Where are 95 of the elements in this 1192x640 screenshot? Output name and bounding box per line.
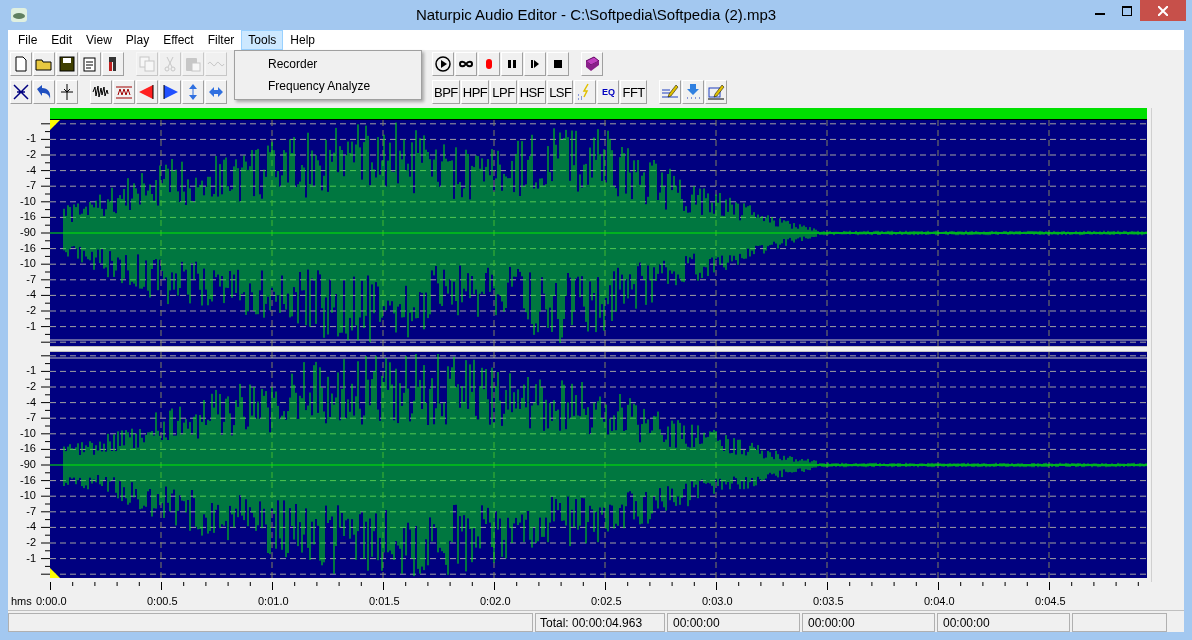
dropdown-menu-item[interactable]: Recorder bbox=[235, 53, 421, 75]
new-file-icon bbox=[12, 55, 30, 73]
time-label: 0:03.0 bbox=[702, 594, 733, 609]
paste-icon bbox=[184, 55, 202, 73]
level-label: -2 bbox=[26, 537, 36, 548]
menu-item[interactable]: Tools bbox=[241, 30, 284, 50]
level-label: -7 bbox=[26, 180, 36, 192]
play-icon bbox=[434, 55, 452, 73]
time-label: 0:00.0 bbox=[36, 594, 67, 609]
amplify-icon bbox=[115, 83, 133, 101]
filter-button[interactable]: FFT bbox=[620, 80, 647, 104]
level-label: -1 bbox=[26, 552, 36, 564]
toolbar-button[interactable] bbox=[33, 80, 55, 104]
document-icon bbox=[81, 55, 99, 73]
time-label: 0:00.5 bbox=[147, 594, 178, 609]
filter-button[interactable]: BPF bbox=[432, 80, 460, 104]
scissors-icon bbox=[161, 55, 179, 73]
toolbar-button[interactable] bbox=[90, 80, 112, 104]
menu-item[interactable]: Help bbox=[283, 30, 322, 50]
level-label: -2 bbox=[26, 381, 36, 392]
level-label: -1 bbox=[26, 320, 36, 332]
dropdown-menu-item[interactable]: Frequency Analyze bbox=[235, 75, 421, 97]
menu-item[interactable]: File bbox=[11, 30, 45, 50]
level-label: -90 bbox=[20, 459, 36, 470]
filter-button[interactable]: LSF bbox=[547, 80, 574, 104]
time-label: 0:02.5 bbox=[591, 594, 622, 609]
menu-item[interactable]: Edit bbox=[44, 30, 80, 50]
time-label: 0:01.5 bbox=[369, 594, 400, 609]
level-label: -1 bbox=[26, 365, 36, 377]
level-label: -4 bbox=[26, 164, 36, 176]
level-label: -2 bbox=[26, 305, 36, 316]
level-label: -16 bbox=[20, 211, 36, 223]
menu-item[interactable]: Filter bbox=[200, 30, 242, 50]
level-label: -16 bbox=[20, 443, 36, 455]
time-label: 0:01.0 bbox=[258, 594, 289, 609]
status-field: 00:00:00 bbox=[937, 613, 1070, 632]
time-unit: hms bbox=[11, 594, 32, 609]
level-label: -7 bbox=[26, 505, 36, 517]
toolbar-button[interactable] bbox=[10, 80, 32, 104]
toolbar-button[interactable] bbox=[56, 52, 78, 76]
overview-bar[interactable] bbox=[50, 108, 1147, 120]
pencil-icon bbox=[660, 83, 679, 101]
level-label: -4 bbox=[26, 289, 36, 301]
fade-out-icon bbox=[161, 83, 179, 101]
toolbar-button[interactable] bbox=[113, 80, 135, 104]
menu-item[interactable]: Effect bbox=[156, 30, 201, 50]
level-label: -2 bbox=[26, 149, 36, 160]
level-label: -10 bbox=[20, 490, 36, 502]
close-button[interactable] bbox=[1140, 0, 1186, 21]
level-label: -4 bbox=[26, 396, 36, 408]
filter-button[interactable]: HSF bbox=[517, 80, 547, 104]
equalizer-button[interactable]: EQ bbox=[597, 80, 620, 104]
minimize-icon bbox=[1094, 12, 1105, 15]
toolbar-button[interactable] bbox=[432, 52, 454, 76]
level-label: -16 bbox=[20, 242, 36, 254]
time-label: 0:04.5 bbox=[1035, 594, 1066, 609]
time-label: 0:04.0 bbox=[924, 594, 955, 609]
status-field: 00:00:00 bbox=[667, 613, 800, 632]
level-label: -90 bbox=[20, 227, 36, 238]
time-label: 0:02.0 bbox=[480, 594, 511, 609]
level-label: -10 bbox=[20, 195, 36, 207]
window-title: Naturpic Audio Editor - C:\Softpedia\Softpedia (2).mp3 bbox=[414, 4, 778, 25]
copy-icon bbox=[138, 55, 156, 73]
chart-pencil-icon bbox=[706, 83, 725, 101]
level-label: -10 bbox=[20, 427, 36, 439]
toolbar-button[interactable] bbox=[524, 52, 546, 76]
toolbar-button[interactable] bbox=[102, 52, 124, 76]
total-duration: Total: 00:00:04.963 bbox=[535, 613, 665, 632]
toolbar-button[interactable] bbox=[136, 80, 158, 104]
toolbar-button[interactable] bbox=[159, 80, 181, 104]
fade-in-icon bbox=[138, 83, 156, 101]
level-label: -16 bbox=[20, 474, 36, 486]
expand-arrows-icon bbox=[12, 83, 30, 101]
filter-button[interactable]: LPF bbox=[490, 80, 517, 104]
level-label: -4 bbox=[26, 521, 36, 533]
level-label: -10 bbox=[20, 258, 36, 270]
level-label: -1 bbox=[26, 133, 36, 145]
wave-icon bbox=[207, 60, 225, 68]
close-icon bbox=[1158, 5, 1168, 16]
toolbar-button[interactable] bbox=[547, 52, 569, 76]
level-label: -7 bbox=[26, 273, 36, 285]
app-icon bbox=[10, 6, 28, 24]
swap-arrows-icon bbox=[207, 86, 225, 98]
maximize-icon bbox=[1121, 5, 1132, 16]
toolbar-button[interactable] bbox=[455, 52, 477, 76]
toolbar-button[interactable] bbox=[581, 52, 603, 76]
menu-item[interactable]: View bbox=[79, 30, 119, 50]
time-label: 0:03.5 bbox=[813, 594, 844, 609]
level-label: -7 bbox=[26, 412, 36, 424]
toolbar-button[interactable] bbox=[501, 52, 523, 76]
status-field: 00:00:00 bbox=[802, 613, 935, 632]
marker-icon bbox=[58, 83, 76, 101]
undo-arrow-icon bbox=[35, 83, 53, 101]
menu-item[interactable]: Play bbox=[118, 30, 157, 50]
filter-button[interactable]: HPF bbox=[460, 80, 490, 104]
